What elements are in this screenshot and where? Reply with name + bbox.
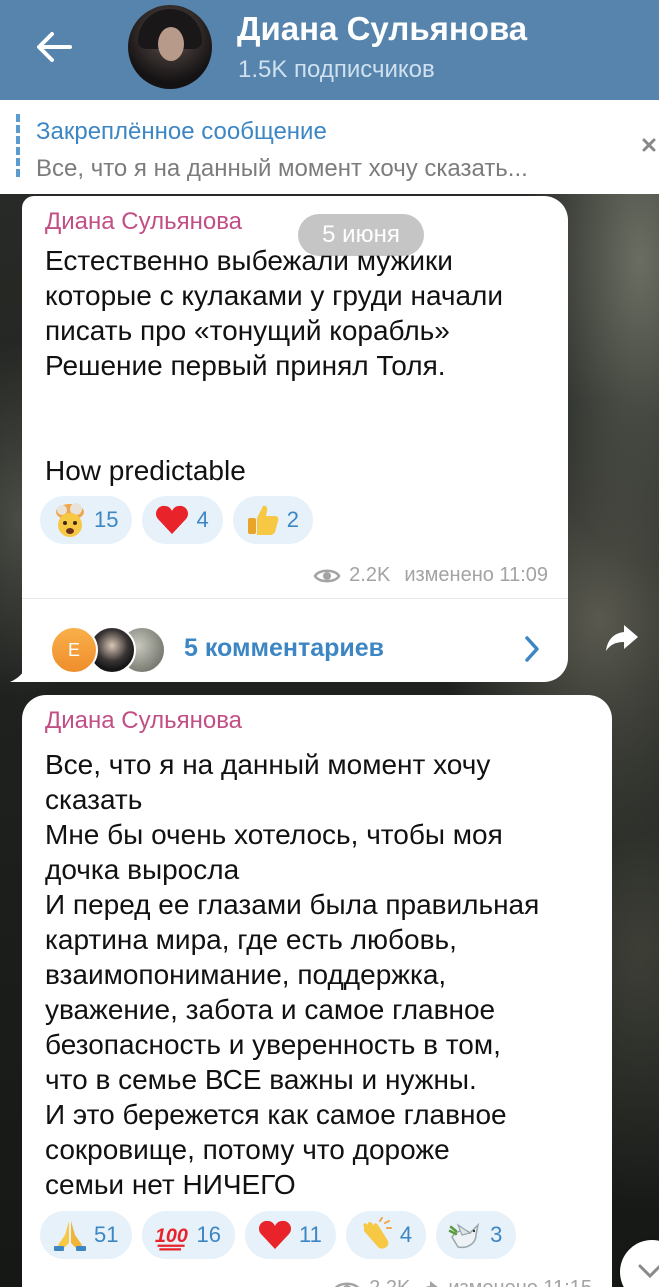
edited-time: изменено 11:09 bbox=[404, 564, 548, 586]
message-line: которые с кулаками у груди начали bbox=[45, 280, 504, 311]
thumbs-up-icon bbox=[245, 502, 281, 538]
pinned-text: Все, что я на данный момент хочу сказать… bbox=[36, 155, 528, 182]
share-icon bbox=[606, 625, 638, 651]
message-line: взаимопонимание, поддержка, bbox=[45, 959, 447, 990]
reaction-dove[interactable]: 3 bbox=[436, 1211, 517, 1259]
exploding-head-icon bbox=[52, 502, 88, 538]
chevron-right-icon bbox=[525, 636, 539, 662]
message-line: Решение первый принял Толя. bbox=[45, 350, 446, 381]
channel-header: Диана Сульянова 1.5K подписчиков bbox=[0, 0, 659, 100]
message-author[interactable]: Диана Сульянова bbox=[45, 208, 242, 236]
message-line: И перед ее глазами была правильная bbox=[45, 889, 540, 920]
message-line: Мне бы очень хотелось, чтобы моя bbox=[45, 819, 503, 850]
view-count: 2.2K bbox=[369, 1277, 410, 1287]
message-line: сказать bbox=[45, 784, 143, 815]
reaction-count: 4 bbox=[399, 1222, 413, 1247]
channel-title[interactable]: Диана Сульянова bbox=[237, 10, 527, 48]
message-meta: 2.2K изменено 11:15 bbox=[333, 1277, 592, 1287]
message-author[interactable]: Диана Сульянова bbox=[45, 707, 242, 735]
pinned-title: Закреплённое сообщение bbox=[36, 118, 327, 145]
reaction-hundred[interactable]: 100 16 bbox=[142, 1211, 235, 1259]
folded-hands-icon bbox=[52, 1217, 88, 1253]
reaction-heart[interactable]: 4 bbox=[142, 496, 223, 544]
message-line: сокровище, потому что дороже bbox=[45, 1134, 450, 1165]
reaction-exploding-head[interactable]: 15 bbox=[40, 496, 133, 544]
divider bbox=[22, 598, 568, 599]
share-button[interactable] bbox=[600, 616, 644, 660]
reaction-count: 51 bbox=[94, 1222, 119, 1247]
channel-avatar[interactable] bbox=[128, 5, 212, 89]
reaction-heart[interactable]: 11 bbox=[244, 1211, 336, 1259]
message-line: что в семье ВСЕ важны и нужны. bbox=[45, 1064, 477, 1095]
subscriber-count: 1.5K подписчиков bbox=[238, 56, 435, 83]
eye-icon bbox=[313, 569, 341, 582]
message-line: безопасность и уверенность в том, bbox=[45, 1029, 501, 1060]
unpin-icon[interactable] bbox=[640, 136, 659, 166]
message-text: Все, что я на данный момент хочу сказать… bbox=[45, 747, 539, 1202]
reaction-clap[interactable]: 4 bbox=[345, 1211, 427, 1259]
message-bubble[interactable]: Диана Сульянова Все, что я на данный мом… bbox=[22, 695, 612, 1287]
comments-button[interactable]: E 5 комментариев bbox=[22, 604, 568, 682]
reaction-count: 15 bbox=[94, 507, 119, 532]
reaction-count: 2 bbox=[286, 507, 299, 532]
message-meta: 2.2K изменено 11:09 bbox=[313, 564, 548, 587]
hundred-points-icon: 100 bbox=[154, 1217, 190, 1253]
share-count-icon bbox=[425, 1280, 439, 1287]
reaction-count: 11 bbox=[298, 1222, 322, 1247]
message-line: дочка выросла bbox=[45, 854, 240, 885]
reaction-count: 16 bbox=[196, 1222, 221, 1247]
pinned-message-bar[interactable]: Закреплённое сообщение Все, что я на дан… bbox=[0, 100, 659, 194]
red-heart-icon bbox=[257, 1217, 293, 1253]
chevron-down-icon bbox=[638, 1264, 659, 1279]
edited-time: изменено 11:15 bbox=[448, 1277, 592, 1287]
reaction-folded-hands[interactable]: 51 bbox=[40, 1211, 133, 1259]
message-line: писать про «тонущий корабль» bbox=[45, 315, 450, 346]
message-text: Естественно выбежали мужики которые с ку… bbox=[45, 243, 503, 488]
dove-icon bbox=[448, 1217, 484, 1253]
message-line: И это бережется как самое главное bbox=[45, 1099, 507, 1130]
reactions-row: 51 100 16 11 4 3 bbox=[40, 1211, 517, 1259]
pinned-indicator bbox=[16, 114, 20, 180]
date-chip: 5 июня bbox=[298, 214, 424, 256]
reaction-thumbs-up[interactable]: 2 bbox=[232, 496, 313, 544]
red-heart-icon bbox=[154, 502, 190, 538]
svg-text:100: 100 bbox=[155, 1225, 188, 1247]
message-line: уважение, забота и самое главное bbox=[45, 994, 496, 1025]
reactions-row: 15 4 2 bbox=[40, 496, 313, 544]
reaction-count: 3 bbox=[490, 1222, 503, 1247]
message-line bbox=[45, 418, 503, 453]
message-line: How predictable bbox=[45, 455, 246, 486]
message-line: Все, что я на данный момент хочу bbox=[45, 749, 491, 780]
comments-label: 5 комментариев bbox=[184, 634, 385, 662]
reaction-count: 4 bbox=[196, 507, 209, 532]
arrow-left-icon bbox=[37, 32, 72, 62]
eye-icon bbox=[334, 1282, 360, 1287]
message-line: семьи нет НИЧЕГО bbox=[45, 1169, 296, 1200]
clapping-hands-icon bbox=[358, 1217, 394, 1253]
view-count: 2.2K bbox=[349, 564, 391, 586]
message-bubble[interactable]: Диана Сульянова Естественно выбежали муж… bbox=[22, 196, 568, 682]
message-line: картина мира, где есть любовь, bbox=[45, 924, 457, 955]
message-line bbox=[45, 383, 503, 418]
back-button[interactable] bbox=[24, 22, 84, 72]
avatar-letter: E bbox=[67, 639, 80, 660]
message-line: Естественно выбежали мужики bbox=[45, 245, 453, 276]
commenter-avatar: E bbox=[50, 626, 98, 674]
